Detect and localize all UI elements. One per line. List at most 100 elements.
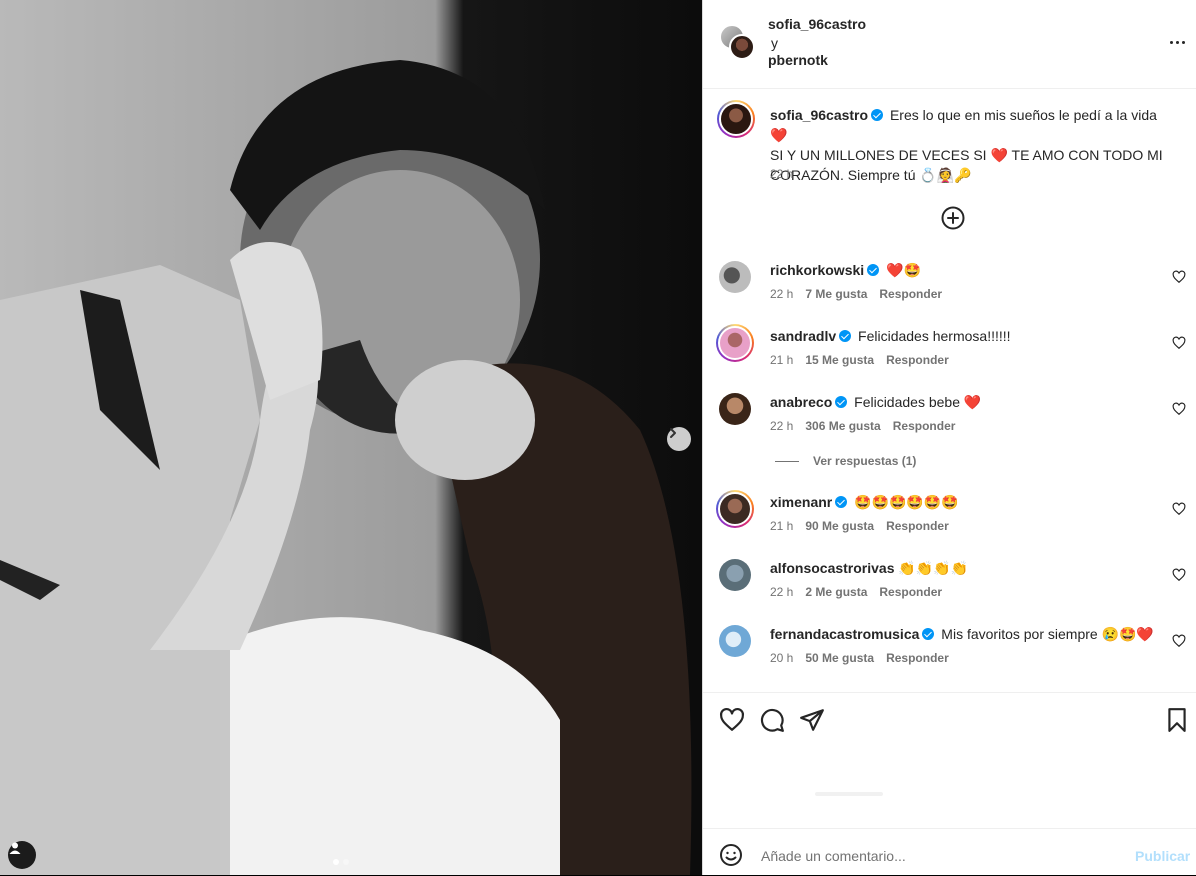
comment-text: alfonsocastrorivas 👏👏👏👏 <box>770 559 1160 577</box>
comment-body: Felicidades hermosa!!!!!! <box>858 328 1011 344</box>
more-options-button[interactable] <box>1165 32 1189 52</box>
heart-icon[interactable] <box>719 707 745 733</box>
comment-time[interactable]: 22 h <box>770 419 793 433</box>
comment-time[interactable]: 21 h <box>770 353 793 367</box>
collaborator-username[interactable]: pbernotk <box>768 52 828 68</box>
view-replies-label: Ver respuestas (1) <box>813 454 917 468</box>
comment-meta: 21 h 90 Me gusta Responder <box>770 519 961 533</box>
header-conjunction: y <box>771 35 778 51</box>
carousel-dot <box>343 859 349 865</box>
verified-icon <box>922 628 935 640</box>
caption-time[interactable]: 22 h <box>770 167 793 181</box>
caption-avatar[interactable] <box>717 100 755 138</box>
comment-time[interactable]: 22 h <box>770 585 793 599</box>
carousel-dot <box>333 859 339 865</box>
emoji-icon[interactable] <box>719 843 743 867</box>
comment-body: 🤩🤩🤩🤩🤩🤩 <box>854 494 959 510</box>
heart-icon[interactable] <box>1172 270 1186 284</box>
comment-body: ❤️🤩 <box>886 262 921 278</box>
avatar[interactable] <box>716 490 754 528</box>
comment-username[interactable]: sandradlv <box>770 328 836 344</box>
comment-meta: 20 h 50 Me gusta Responder <box>770 651 961 665</box>
comment-item: richkorkowski ❤️🤩 22 h 7 Me gusta Responde… <box>703 261 1196 321</box>
comment-likes[interactable]: 2 Me gusta <box>805 585 867 599</box>
comment-text: sandradlv Felicidades hermosa!!!!!! <box>770 327 1160 345</box>
verified-icon <box>867 264 880 276</box>
next-photo-button[interactable] <box>667 427 691 451</box>
photo-illustration <box>0 0 702 875</box>
comment-text: fernandacastromusica Mis favoritos por s… <box>770 625 1160 643</box>
chevron-right-icon <box>670 428 676 438</box>
comment-text: anabreco Felicidades bebe ❤️ <box>770 393 1160 411</box>
avatar[interactable] <box>719 559 751 591</box>
more-horizontal-icon <box>1168 40 1186 44</box>
tagged-users-button[interactable] <box>8 841 36 869</box>
post-panel: sofia_96castro y pbernotk sofia_96castro… <box>702 0 1196 875</box>
avatar[interactable] <box>716 324 754 362</box>
comment-item: alfonsocastrorivas 👏👏👏👏 22 h 2 Me gusta Re… <box>703 559 1196 619</box>
caption-text-line2: SI Y UN MILLONES DE VECES SI ❤️ TE AMO C… <box>770 147 1163 183</box>
avatar[interactable] <box>729 34 755 60</box>
comment-username[interactable]: ximenanr <box>770 494 832 510</box>
comment-likes[interactable]: 15 Me gusta <box>805 353 874 367</box>
heart-icon[interactable] <box>1172 402 1186 416</box>
comment-time[interactable]: 20 h <box>770 651 793 665</box>
reply-button[interactable]: Responder <box>879 585 942 599</box>
caption-username[interactable]: sofia_96castro <box>770 107 868 123</box>
author-username[interactable]: sofia_96castro <box>768 16 866 32</box>
reply-button[interactable]: Responder <box>886 353 949 367</box>
comment-time[interactable]: 21 h <box>770 519 793 533</box>
comment-username[interactable]: fernandacastromusica <box>770 626 919 642</box>
avatar <box>719 102 753 136</box>
avatar[interactable] <box>719 393 751 425</box>
heart-icon[interactable] <box>1172 502 1186 516</box>
comment-body: Mis favoritos por siempre 😢🤩❤️ <box>941 626 1154 642</box>
verified-icon <box>835 496 848 508</box>
replies-divider <box>775 460 799 462</box>
comment-input[interactable] <box>759 841 1123 871</box>
bookmark-icon[interactable] <box>1164 707 1190 733</box>
heart-icon[interactable] <box>1172 336 1186 350</box>
post-caption: sofia_96castro Eres lo que en mis sueños… <box>770 105 1170 185</box>
comment-username[interactable]: anabreco <box>770 394 832 410</box>
comment-likes[interactable]: 50 Me gusta <box>805 651 874 665</box>
comment-username[interactable]: richkorkowski <box>770 262 864 278</box>
avatar-image <box>718 492 752 526</box>
verified-icon <box>835 396 848 408</box>
comment-text: ximenanr 🤩🤩🤩🤩🤩🤩 <box>770 493 1160 511</box>
heart-icon[interactable] <box>1172 634 1186 648</box>
user-tag-icon <box>9 842 21 854</box>
comment-item: anabreco Felicidades bebe ❤️ 22 h 306 Me … <box>703 393 1196 453</box>
avatar-image <box>718 326 752 360</box>
comment-meta: 22 h 306 Me gusta Responder <box>770 419 967 433</box>
heart-icon[interactable] <box>1172 568 1186 582</box>
likes-placeholder <box>815 792 883 796</box>
reply-button[interactable]: Responder <box>886 651 949 665</box>
comment-likes[interactable]: 90 Me gusta <box>805 519 874 533</box>
comment-likes[interactable]: 306 Me gusta <box>805 419 880 433</box>
comment-bar: Publicar <box>703 828 1196 876</box>
reply-button[interactable]: Responder <box>879 287 942 301</box>
comment-meta: 21 h 15 Me gusta Responder <box>770 353 961 367</box>
avatar[interactable] <box>719 625 751 657</box>
avatar[interactable] <box>719 261 751 293</box>
share-icon[interactable] <box>799 707 825 733</box>
verified-icon <box>871 109 884 121</box>
reply-button[interactable]: Responder <box>886 519 949 533</box>
view-replies-button[interactable]: Ver respuestas (1) <box>775 454 916 468</box>
post-header: sofia_96castro y pbernotk <box>703 0 1196 89</box>
comment-meta: 22 h 2 Me gusta Responder <box>770 585 954 599</box>
reply-button[interactable]: Responder <box>893 419 956 433</box>
comment-item: ximenanr 🤩🤩🤩🤩🤩🤩 21 h 90 Me gusta Responder <box>703 490 1196 553</box>
publish-button[interactable]: Publicar <box>1135 848 1190 864</box>
comment-time[interactable]: 22 h <box>770 287 793 301</box>
comment-icon[interactable] <box>759 707 785 733</box>
comment-meta: 22 h 7 Me gusta Responder <box>770 287 954 301</box>
comment-likes[interactable]: 7 Me gusta <box>805 287 867 301</box>
comment-text: richkorkowski ❤️🤩 <box>770 261 1160 279</box>
comment-username[interactable]: alfonsocastrorivas <box>770 560 895 576</box>
carousel-indicator <box>333 859 349 865</box>
comment-item: sandradlv Felicidades hermosa!!!!!! 21 h… <box>703 324 1196 387</box>
post-photo[interactable] <box>0 0 702 875</box>
plus-circle-icon[interactable] <box>940 205 966 231</box>
